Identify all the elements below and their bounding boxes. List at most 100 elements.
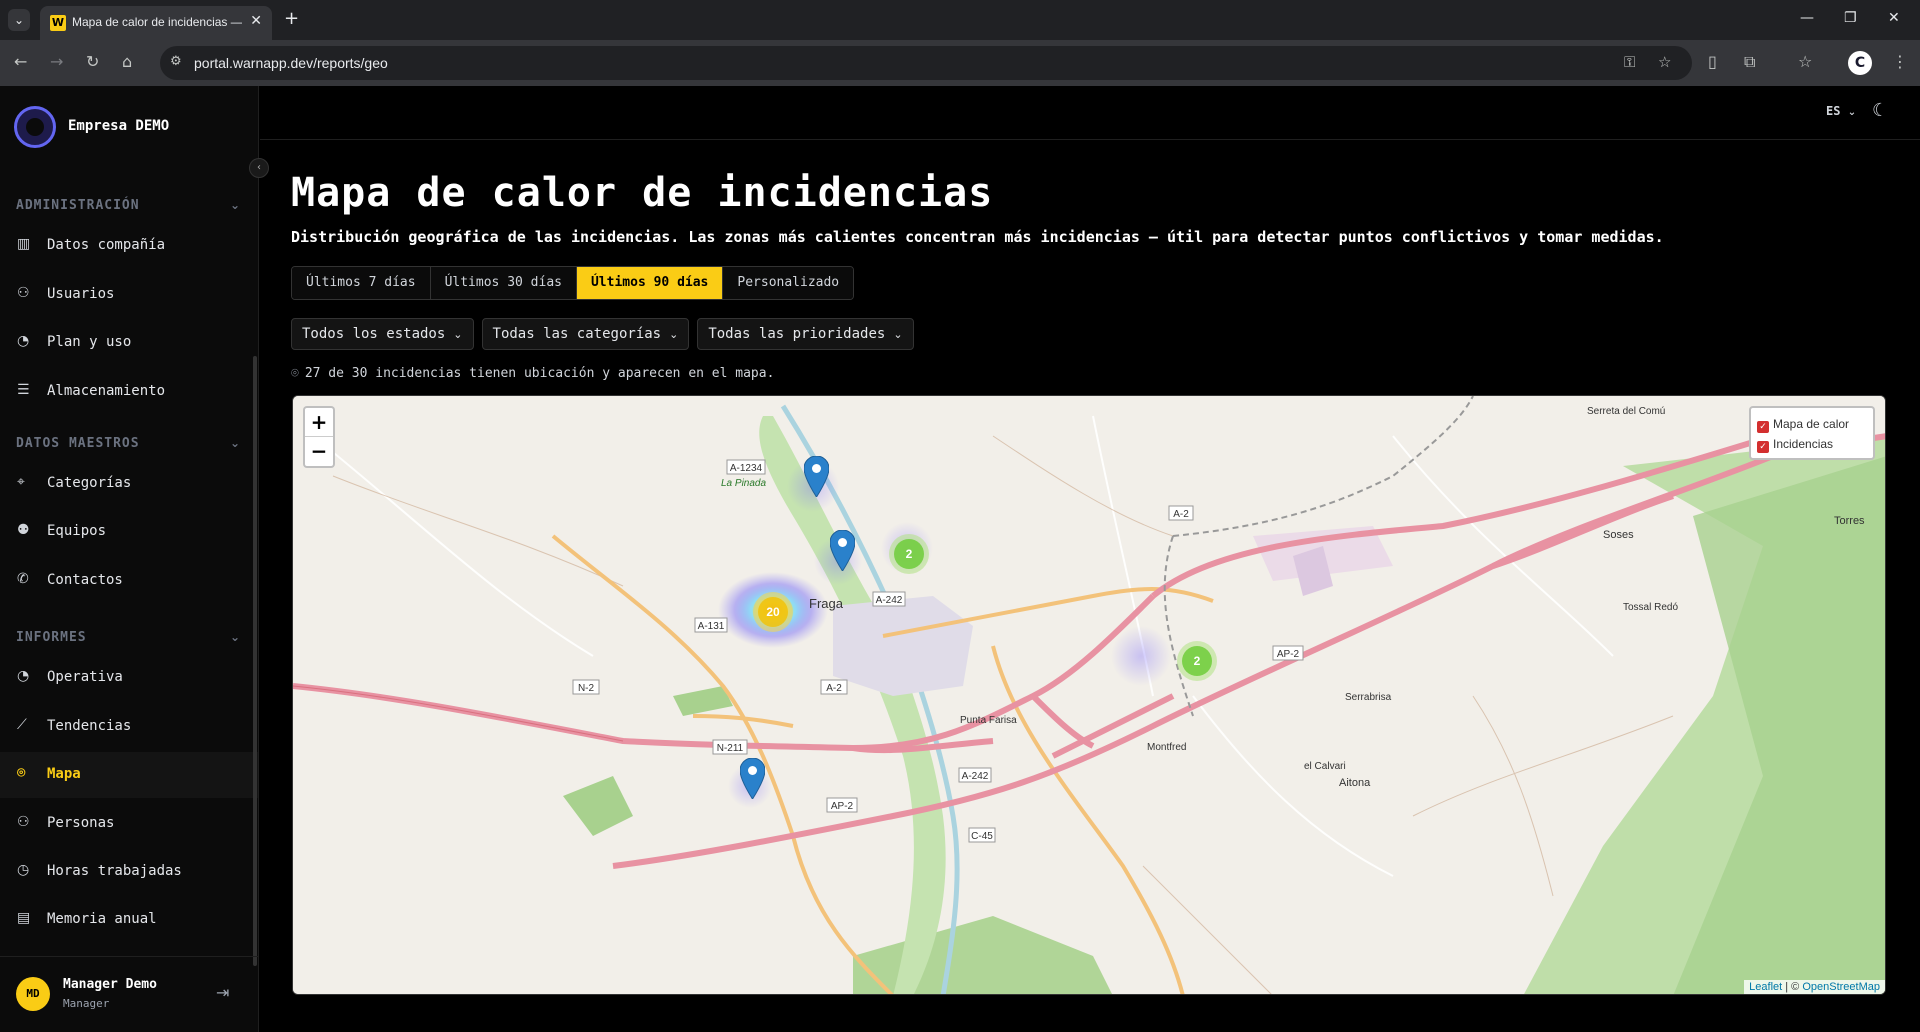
chevron-down-icon: ⌄	[229, 436, 241, 450]
section-datos-maestros[interactable]: DATOS MAESTROS ⌄	[16, 436, 241, 451]
place-label: Montfred	[1147, 742, 1186, 753]
reload-icon[interactable]: ↻	[86, 52, 99, 71]
sidebar-item-datos-compania[interactable]: ▥ Datos compañía	[0, 223, 258, 269]
category-filter-value: Todas las categorías	[492, 326, 662, 342]
sidebar-item-horas-trabajadas[interactable]: ◷ Horas trabajadas	[0, 849, 258, 895]
cluster-marker[interactable]: 2	[1177, 641, 1217, 681]
place-label: Soses	[1603, 529, 1634, 541]
users-icon: ⚇	[17, 285, 30, 301]
restore-icon[interactable]: ❐	[1844, 10, 1857, 26]
section-title: DATOS MAESTROS	[16, 436, 140, 451]
chevron-down-icon: ⌄	[453, 328, 463, 341]
incident-marker-icon[interactable]	[830, 530, 855, 571]
site-info-icon[interactable]: ⚙	[170, 54, 182, 69]
zoom-out-button[interactable]: −	[305, 437, 333, 466]
sidebar-item-memoria-anual[interactable]: ▤ Memoria anual	[0, 897, 258, 943]
document-icon: ▤	[17, 910, 31, 926]
logout-icon[interactable]: ⇥	[216, 983, 229, 1002]
sidebar-item-usuarios[interactable]: ⚇ Usuarios	[0, 272, 258, 318]
category-filter[interactable]: Todas las categorías ⌄	[481, 318, 690, 350]
cluster-count: 20	[758, 597, 788, 627]
browser-tab[interactable]: W Mapa de calor de incidencias — ✕	[40, 6, 272, 40]
reading-list-icon[interactable]: ▯	[1708, 52, 1717, 71]
extensions-icon[interactable]: ⧉	[1744, 52, 1755, 72]
gauge-icon: ◔	[17, 333, 30, 349]
map[interactable]: A-1234 A-242 A-131 N-2 A-2 N-211 AP-2 A-…	[292, 395, 1886, 995]
page-title: Mapa de calor de incidencias	[291, 170, 994, 216]
chevron-down-icon: ⌄	[1847, 107, 1857, 118]
address-bar[interactable]: ⚙ portal.warnapp.dev/reports/geo ⚿ ☆	[160, 46, 1692, 80]
sidebar-scrollbar[interactable]	[253, 356, 257, 966]
layer-label: Mapa de calor	[1773, 417, 1850, 431]
user-profile[interactable]: MD Manager Demo Manager ⇥	[0, 956, 258, 1032]
menu-dots-icon[interactable]: ⋮	[1892, 52, 1908, 71]
company-name: Empresa DEMO	[68, 118, 170, 134]
bookmark-star-icon[interactable]: ☆	[1658, 53, 1671, 71]
bookmarks-icon[interactable]: ☆	[1798, 52, 1812, 71]
browser-toolbar: ← → ↻ ⌂ ⚙ portal.warnapp.dev/reports/geo…	[0, 40, 1920, 86]
road-label: A-242	[876, 595, 903, 606]
priority-filter-value: Todas las prioridades	[708, 326, 886, 342]
cluster-count: 2	[1182, 646, 1212, 676]
new-tab-icon[interactable]: +	[284, 8, 299, 29]
layer-control: ✓ Mapa de calor ✓ Incidencias	[1749, 406, 1875, 460]
location-info: ⌾ 27 de 30 incidencias tienen ubicación y…	[291, 366, 774, 381]
sidebar-item-mapa[interactable]: ⌾ Mapa	[0, 752, 258, 798]
trend-icon: ⟋	[17, 717, 27, 733]
status-filter[interactable]: Todos los estados ⌄	[291, 318, 474, 350]
home-icon[interactable]: ⌂	[122, 52, 132, 71]
status-filter-value: Todos los estados	[302, 326, 446, 342]
cluster-marker[interactable]: 20	[753, 592, 793, 632]
sidebar-item-plan-uso[interactable]: ◔ Plan y uso	[0, 320, 258, 366]
incident-marker-icon[interactable]	[804, 456, 829, 497]
sidebar-item-label: Horas trabajadas	[47, 863, 182, 879]
section-informes[interactable]: INFORMES ⌄	[16, 630, 241, 645]
language-select[interactable]: ES ⌄	[1826, 104, 1856, 118]
incident-marker-icon[interactable]	[740, 758, 765, 799]
sidebar-item-almacenamiento[interactable]: ☰ Almacenamiento	[0, 369, 258, 415]
collapse-sidebar-chevron-icon[interactable]: ‹	[249, 158, 269, 178]
osm-link[interactable]: OpenStreetMap	[1802, 981, 1880, 993]
url-text[interactable]: portal.warnapp.dev/reports/geo	[194, 55, 388, 71]
key-icon[interactable]: ⚿	[1624, 53, 1635, 71]
checkbox-checked-icon[interactable]: ✓	[1757, 441, 1769, 453]
minimize-icon[interactable]: —	[1800, 10, 1814, 26]
tab-close-icon[interactable]: ✕	[250, 13, 262, 29]
date-range-selector: Últimos 7 días Últimos 30 días Últimos 9…	[291, 266, 855, 300]
sidebar-item-contactos[interactable]: ✆ Contactos	[0, 558, 258, 604]
tab-search-chevron-icon[interactable]: ⌄	[8, 9, 30, 31]
sidebar-item-equipos[interactable]: ⚉ Equipos	[0, 509, 258, 555]
checkbox-checked-icon[interactable]: ✓	[1757, 421, 1769, 433]
sidebar-item-personas[interactable]: ⚇ Personas	[0, 801, 258, 847]
priority-filter[interactable]: Todas las prioridades ⌄	[697, 318, 914, 350]
sidebar-item-label: Plan y uso	[47, 334, 132, 350]
road-label: N-211	[717, 743, 744, 754]
tab-title: Mapa de calor de incidencias —	[72, 15, 242, 29]
back-icon[interactable]: ←	[14, 52, 27, 71]
place-label: Punta Farisa	[960, 715, 1017, 726]
layer-label: Incidencias	[1773, 437, 1834, 451]
place-label: Torres	[1834, 515, 1865, 527]
layer-incidents-toggle[interactable]: ✓ Incidencias	[1757, 434, 1867, 454]
section-administracion[interactable]: ADMINISTRACIÓN ⌄	[16, 198, 241, 213]
map-pin-icon: ⌾	[17, 765, 26, 781]
moon-icon[interactable]: ☾	[1872, 100, 1888, 121]
range-custom[interactable]: Personalizado	[723, 267, 854, 299]
zoom-in-button[interactable]: +	[305, 408, 333, 437]
profile-avatar[interactable]: C	[1848, 51, 1872, 75]
sidebar-item-operativa[interactable]: ◔ Operativa	[0, 655, 258, 701]
leaflet-link[interactable]: Leaflet	[1749, 981, 1782, 993]
cluster-marker[interactable]: 2	[889, 534, 929, 574]
road-label: C-45	[971, 831, 993, 842]
place-label: el Calvari	[1304, 761, 1346, 772]
close-window-icon[interactable]: ✕	[1888, 10, 1900, 26]
sidebar-item-tendencias[interactable]: ⟋ Tendencias	[0, 704, 258, 750]
layer-heatmap-toggle[interactable]: ✓ Mapa de calor	[1757, 414, 1867, 434]
range-7-days[interactable]: Últimos 7 días	[292, 267, 431, 299]
forward-icon[interactable]: →	[50, 52, 63, 71]
road-label: A-242	[962, 771, 989, 782]
range-30-days[interactable]: Últimos 30 días	[430, 267, 577, 299]
range-90-days[interactable]: Últimos 90 días	[576, 267, 724, 299]
sidebar-item-categorias[interactable]: ⌖ Categorías	[0, 461, 258, 507]
main-content: Mapa de calor de incidencias Distribució…	[260, 140, 1920, 1032]
